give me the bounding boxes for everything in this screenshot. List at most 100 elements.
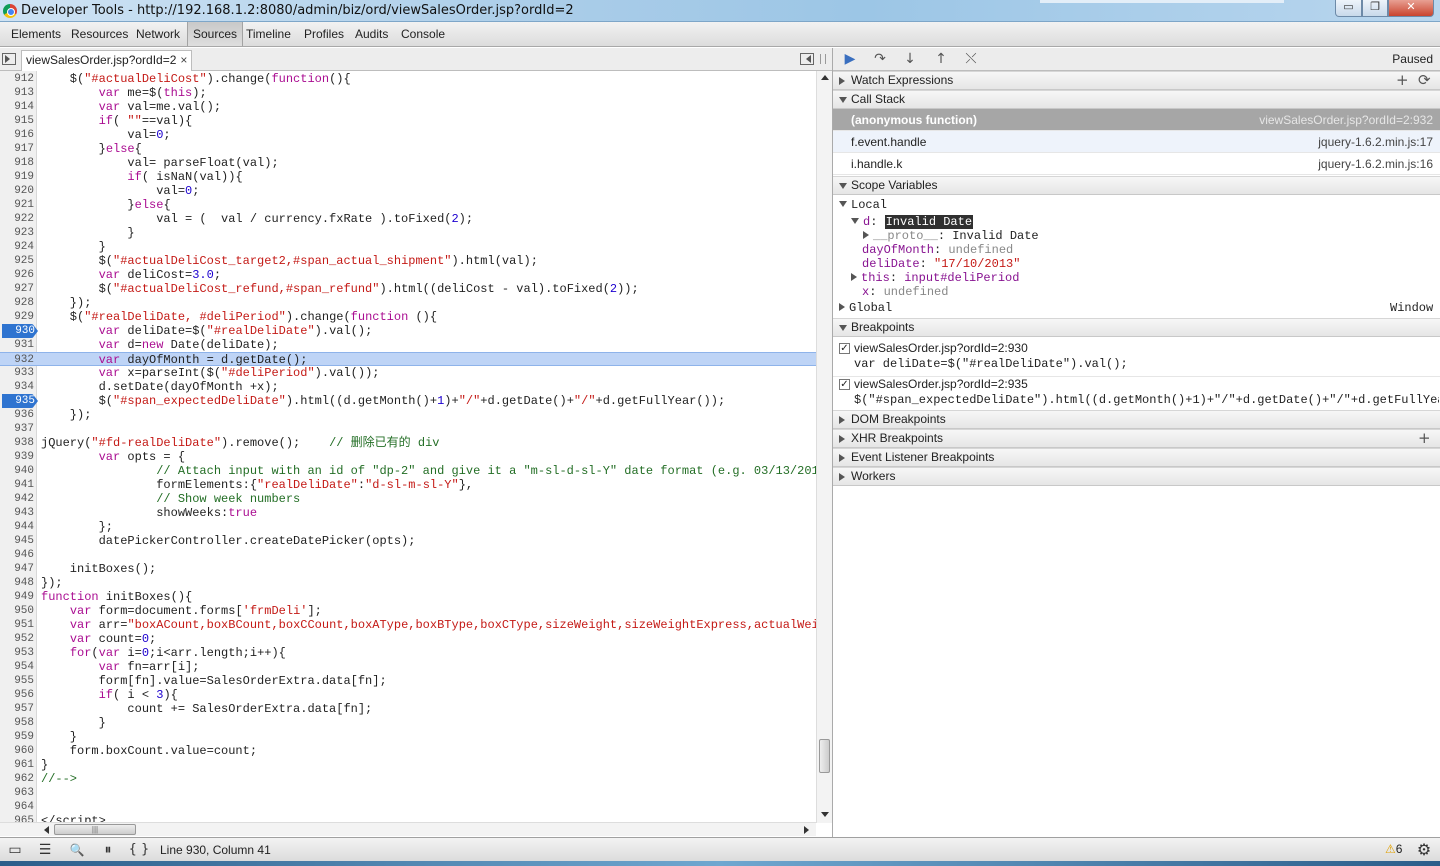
line-number[interactable]: 913 xyxy=(0,86,34,100)
scope-local[interactable]: Local xyxy=(839,198,1440,212)
maximize-button[interactable]: ❐ xyxy=(1362,0,1388,17)
line-number[interactable]: 946 xyxy=(0,548,34,562)
line-number[interactable]: 923 xyxy=(0,226,34,240)
file-tab-viewsalesorder[interactable]: viewSalesOrder.jsp?ordId=2 × xyxy=(21,50,193,71)
tab-profiles[interactable]: Profiles xyxy=(299,22,349,46)
code-line[interactable]: 919 if( isNaN(val)){ xyxy=(0,170,816,184)
scope-var-d[interactable]: d: Invalid Date xyxy=(851,215,1440,229)
code-line[interactable]: 923 } xyxy=(0,226,816,240)
toggle-debugger-sidebar-icon[interactable] xyxy=(800,53,814,65)
line-number[interactable]: 952 xyxy=(0,632,34,646)
resume-icon[interactable]: ▶ xyxy=(839,51,861,68)
warnings-counter[interactable]: ⚠6 xyxy=(1385,842,1402,856)
code-line[interactable]: 952 var count=0; xyxy=(0,632,816,646)
code-line[interactable]: 942 // Show week numbers xyxy=(0,492,816,506)
code-line[interactable]: 917 }else{ xyxy=(0,142,816,156)
code-line[interactable]: 958 } xyxy=(0,716,816,730)
code-line[interactable]: 963 xyxy=(0,786,816,800)
tab-audits[interactable]: Audits xyxy=(350,22,393,46)
code-line[interactable]: 912 $("#actualDeliCost").change(function… xyxy=(0,72,816,86)
code-line[interactable]: 941 formElements:{"realDeliDate":"d-sl-m… xyxy=(0,478,816,492)
code-line[interactable]: 960 form.boxCount.value=count; xyxy=(0,744,816,758)
code-line[interactable]: 964 xyxy=(0,800,816,814)
code-line[interactable]: 921 }else{ xyxy=(0,198,816,212)
line-number[interactable]: 920 xyxy=(0,184,34,198)
source-code-editor[interactable]: 912 $("#actualDeliCost").change(function… xyxy=(0,71,816,823)
code-line[interactable]: 933 var x=parseInt($("#deliPeriod").val(… xyxy=(0,366,816,380)
tab-resources[interactable]: Resources xyxy=(66,22,133,46)
line-number[interactable]: 958 xyxy=(0,716,34,730)
code-line[interactable]: 916 val=0; xyxy=(0,128,816,142)
scope-var-dayofmonth[interactable]: dayOfMonth: undefined xyxy=(862,243,1440,257)
scope-variables-header[interactable]: Scope Variables xyxy=(833,176,1440,195)
line-number[interactable]: 934 xyxy=(0,380,34,394)
code-line[interactable]: 955 form[fn].value=SalesOrderExtra.data[… xyxy=(0,674,816,688)
line-number[interactable]: 919 xyxy=(0,170,34,184)
line-number[interactable]: 926 xyxy=(0,268,34,282)
dom-breakpoints-header[interactable]: DOM Breakpoints xyxy=(833,410,1440,429)
code-line[interactable]: 954 var fn=arr[i]; xyxy=(0,660,816,674)
line-number[interactable]: 941 xyxy=(0,478,34,492)
pane-resize-grip-icon[interactable] xyxy=(820,54,826,64)
code-line[interactable]: 934 d.setDate(dayOfMonth +x); xyxy=(0,380,816,394)
line-number[interactable]: 961 xyxy=(0,758,34,772)
line-number[interactable]: 916 xyxy=(0,128,34,142)
line-number[interactable]: 942 xyxy=(0,492,34,506)
scroll-left-icon[interactable] xyxy=(44,826,49,834)
code-line[interactable]: 937 xyxy=(0,422,816,436)
code-line[interactable]: 936 }); xyxy=(0,408,816,422)
code-line[interactable]: 913 var me=$(this); xyxy=(0,86,816,100)
call-frame[interactable]: (anonymous function) viewSalesOrder.jsp?… xyxy=(833,109,1440,131)
line-number[interactable]: 950 xyxy=(0,604,34,618)
code-line[interactable]: 962 //--> xyxy=(0,772,816,786)
line-number[interactable]: 947 xyxy=(0,562,34,576)
dock-icon[interactable]: ▭ xyxy=(4,841,26,859)
line-number[interactable]: 924 xyxy=(0,240,34,254)
breakpoint-item[interactable]: ✓ viewSalesOrder.jsp?ordId=2:930 var del… xyxy=(833,341,1440,375)
code-line[interactable]: 918 val= parseFloat(val); xyxy=(0,156,816,170)
code-line[interactable]: 944 }; xyxy=(0,520,816,534)
editor-vertical-scrollbar[interactable] xyxy=(816,71,832,823)
code-line[interactable]: 949 function initBoxes(){ xyxy=(0,590,816,604)
scope-var-this[interactable]: this: input#deliPeriod xyxy=(851,271,1440,285)
line-number[interactable]: 949 xyxy=(0,590,34,604)
code-line[interactable]: 951 var arr="boxACount,boxBCount,boxCCou… xyxy=(0,618,816,632)
step-over-icon[interactable]: ↷ xyxy=(869,51,891,68)
line-number[interactable]: 921 xyxy=(0,198,34,212)
line-number[interactable]: 957 xyxy=(0,702,34,716)
show-console-icon[interactable]: ☰ xyxy=(34,841,56,859)
line-number[interactable]: 944 xyxy=(0,520,34,534)
line-number[interactable]: 955 xyxy=(0,674,34,688)
line-number[interactable]: 928 xyxy=(0,296,34,310)
code-line[interactable]: 928 }); xyxy=(0,296,816,310)
code-line[interactable]: 950 var form=document.forms['frmDeli']; xyxy=(0,604,816,618)
code-line[interactable]: 946 xyxy=(0,548,816,562)
code-line-current[interactable]: 932 var dayOfMonth = d.getDate(); xyxy=(0,352,816,367)
step-into-icon[interactable]: ↓ xyxy=(899,51,921,68)
pretty-print-icon[interactable]: { } xyxy=(128,841,150,859)
line-number[interactable]: 932 xyxy=(0,353,34,367)
line-number[interactable]: 938 xyxy=(0,436,34,450)
close-window-button[interactable]: ✕ xyxy=(1388,0,1434,17)
breakpoints-header[interactable]: Breakpoints xyxy=(833,318,1440,337)
line-number[interactable]: 918 xyxy=(0,156,34,170)
scope-var-proto[interactable]: __proto__: Invalid Date xyxy=(863,229,1440,243)
deactivate-breakpoints-icon[interactable]: ⤬ xyxy=(960,51,982,68)
tab-timeline[interactable]: Timeline xyxy=(241,22,296,46)
breakpoint-checkbox[interactable]: ✓ xyxy=(839,343,850,354)
settings-gear-icon[interactable]: ⚙ xyxy=(1413,841,1435,859)
code-line[interactable]: 957 count += SalesOrderExtra.data[fn]; xyxy=(0,702,816,716)
call-frame-location[interactable]: viewSalesOrder.jsp?ordId=2:932 xyxy=(1259,109,1433,131)
code-line[interactable]: 940 // Attach input with an id of "dp-2"… xyxy=(0,464,816,478)
code-line[interactable]: 939 var opts = { xyxy=(0,450,816,464)
call-frame[interactable]: f.event.handle jquery-1.6.2.min.js:17 xyxy=(833,131,1440,153)
line-number[interactable]: 937 xyxy=(0,422,34,436)
code-line[interactable]: 927 $("#actualDeliCost_refund,#span_refu… xyxy=(0,282,816,296)
scope-var-x[interactable]: x: undefined xyxy=(862,285,1440,299)
tab-network[interactable]: Network xyxy=(131,22,185,46)
line-number[interactable]: 959 xyxy=(0,730,34,744)
watch-expressions-header[interactable]: Watch Expressions + ⟳ xyxy=(833,71,1440,90)
line-number[interactable]: 964 xyxy=(0,800,34,814)
line-number[interactable]: 954 xyxy=(0,660,34,674)
line-number[interactable]: 960 xyxy=(0,744,34,758)
